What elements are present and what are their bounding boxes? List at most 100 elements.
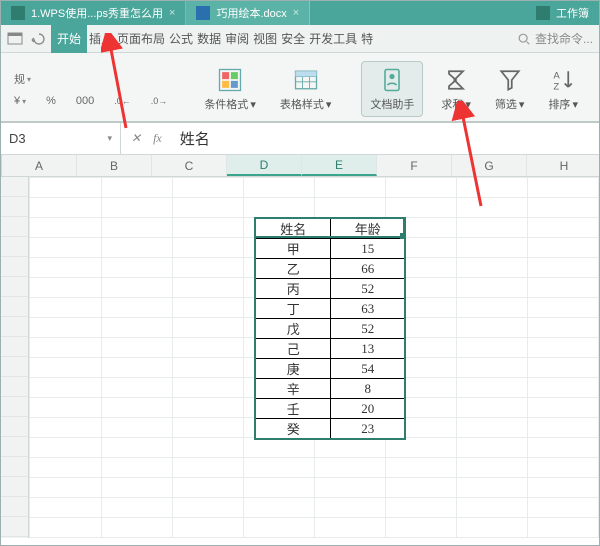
name-box-value: D3 <box>9 131 26 146</box>
row-headers <box>1 177 29 538</box>
column-header-G[interactable]: G <box>452 155 527 176</box>
window-icon[interactable] <box>7 31 23 47</box>
data-header-0[interactable]: 姓名 <box>255 218 330 239</box>
number-format-group: 规▾ ¥▾ % 000 .0← .0→ <box>7 68 174 110</box>
format-button[interactable]: 格式▾ <box>596 64 600 114</box>
data-cell[interactable]: 丙 <box>255 279 330 299</box>
data-cell[interactable]: 52 <box>330 279 405 299</box>
data-cell[interactable]: 54 <box>330 359 405 379</box>
data-cell[interactable]: 63 <box>330 299 405 319</box>
formula-bar: D3 ▾ ✕ fx 姓名 <box>1 123 599 155</box>
column-header-D[interactable]: D <box>227 155 302 176</box>
table-style-button[interactable]: 表格样式▾ <box>274 64 338 114</box>
column-header-C[interactable]: C <box>152 155 227 176</box>
decrease-decimal-button[interactable]: .0→ <box>144 93 175 109</box>
fx-label[interactable]: fx <box>153 131 162 146</box>
data-cell[interactable]: 丁 <box>255 299 330 319</box>
doc-tab-right-label: 巧用绘本.docx <box>216 5 286 21</box>
menu-items: 开始插入页面布局公式数据审阅视图安全开发工具特 <box>51 25 375 53</box>
conditional-format-icon <box>216 66 244 94</box>
menu-item-7[interactable]: 安全 <box>279 25 307 53</box>
data-cell[interactable]: 66 <box>330 259 405 279</box>
comma-style-button[interactable]: 000 <box>69 92 101 110</box>
data-cell[interactable]: 乙 <box>255 259 330 279</box>
table-style-icon <box>292 66 320 94</box>
search-icon <box>517 32 531 46</box>
menu-item-8[interactable]: 开发工具 <box>307 25 359 53</box>
data-cell[interactable]: 20 <box>330 399 405 419</box>
menu-item-5[interactable]: 审阅 <box>223 25 251 53</box>
svg-text:A: A <box>554 70 561 81</box>
menu-item-3[interactable]: 公式 <box>167 25 195 53</box>
conditional-format-button[interactable]: 条件格式▾ <box>198 64 262 114</box>
table-row[interactable]: 甲15 <box>255 239 405 259</box>
column-header-H[interactable]: H <box>527 155 600 176</box>
data-cell[interactable]: 壬 <box>255 399 330 419</box>
doc-tab-left-label: 1.WPS使用...ps秀重怎么用 <box>31 5 163 21</box>
column-headers: ABCDEFGH <box>1 155 599 177</box>
menu-item-9[interactable]: 特 <box>359 25 375 53</box>
column-header-B[interactable]: B <box>77 155 152 176</box>
document-helper-icon <box>378 66 406 94</box>
close-icon[interactable]: × <box>293 7 299 19</box>
sigma-icon <box>442 66 470 94</box>
column-header-E[interactable]: E <box>302 155 377 176</box>
data-cell[interactable]: 庚 <box>255 359 330 379</box>
doc-tab-right[interactable]: 巧用绘本.docx × <box>186 1 310 25</box>
menu-item-6[interactable]: 视图 <box>251 25 279 53</box>
data-header-1[interactable]: 年龄 <box>330 218 405 239</box>
column-header-A[interactable]: A <box>2 155 77 176</box>
command-search[interactable]: 查找命令... <box>517 30 593 47</box>
data-cell[interactable]: 己 <box>255 339 330 359</box>
percent-button[interactable]: % <box>39 92 63 110</box>
fx-cancel-icon[interactable]: ✕ <box>131 131 141 146</box>
number-style-dropdown[interactable]: 规▾ <box>7 68 38 90</box>
data-cell[interactable]: 52 <box>330 319 405 339</box>
wps-writer-icon <box>196 6 210 20</box>
currency-button[interactable]: ¥▾ <box>7 92 33 110</box>
table-row[interactable]: 戊52 <box>255 319 405 339</box>
table-row[interactable]: 辛8 <box>255 379 405 399</box>
document-helper-button[interactable]: 文档助手 <box>361 61 423 117</box>
menu-item-1[interactable]: 插入 <box>87 25 115 53</box>
wps-spreadsheet-icon <box>11 6 25 20</box>
table-row[interactable]: 壬20 <box>255 399 405 419</box>
table-row[interactable]: 癸23 <box>255 419 405 440</box>
formula-input[interactable]: 姓名 <box>172 128 599 149</box>
name-box[interactable]: D3 ▾ <box>1 123 121 155</box>
workspace-icon[interactable]: 工作簿 <box>526 1 599 25</box>
menu-item-2[interactable]: 页面布局 <box>115 25 167 53</box>
column-header-F[interactable]: F <box>377 155 452 176</box>
ribbon: 规▾ ¥▾ % 000 .0← .0→ 条件格式▾ 表格样式▾ 文档助手 求和▾… <box>1 53 599 123</box>
data-cell[interactable]: 15 <box>330 239 405 259</box>
table-row[interactable]: 己13 <box>255 339 405 359</box>
data-cell[interactable]: 13 <box>330 339 405 359</box>
autosum-button[interactable]: 求和▾ <box>435 64 477 114</box>
table-row[interactable]: 乙66 <box>255 259 405 279</box>
table-row[interactable]: 丁63 <box>255 299 405 319</box>
data-cell[interactable]: 甲 <box>255 239 330 259</box>
sort-button[interactable]: AZ 排序▾ <box>542 64 584 114</box>
increase-decimal-button[interactable]: .0← <box>107 93 138 109</box>
cells-area[interactable]: 姓名年龄甲15乙66丙52丁63戊52己13庚54辛8壬20癸23 <box>29 177 599 538</box>
sort-icon: AZ <box>549 66 577 94</box>
doc-tab-left[interactable]: 1.WPS使用...ps秀重怎么用 × <box>1 1 186 25</box>
data-cell[interactable]: 癸 <box>255 419 330 440</box>
menu-item-0[interactable]: 开始 <box>51 25 87 53</box>
table-row[interactable]: 丙52 <box>255 279 405 299</box>
document-tab-bar: 1.WPS使用...ps秀重怎么用 × 巧用绘本.docx × 工作簿 <box>1 1 599 25</box>
close-icon[interactable]: × <box>169 7 175 19</box>
formula-input-value: 姓名 <box>180 132 210 148</box>
undo-icon[interactable] <box>29 31 45 47</box>
command-search-placeholder: 查找命令... <box>535 30 593 47</box>
spreadsheet-grid[interactable]: ABCDEFGH 姓名年龄甲15乙66丙52丁63戊52己13庚54辛8壬20癸… <box>1 155 599 538</box>
filter-button[interactable]: 筛选▾ <box>489 64 531 114</box>
menu-item-4[interactable]: 数据 <box>195 25 223 53</box>
data-cell[interactable]: 戊 <box>255 319 330 339</box>
table-row[interactable]: 庚54 <box>255 359 405 379</box>
data-cell[interactable]: 8 <box>330 379 405 399</box>
menu-bar: 开始插入页面布局公式数据审阅视图安全开发工具特 查找命令... <box>1 25 599 53</box>
data-cell[interactable]: 辛 <box>255 379 330 399</box>
data-table[interactable]: 姓名年龄甲15乙66丙52丁63戊52己13庚54辛8壬20癸23 <box>254 217 406 440</box>
data-cell[interactable]: 23 <box>330 419 405 440</box>
